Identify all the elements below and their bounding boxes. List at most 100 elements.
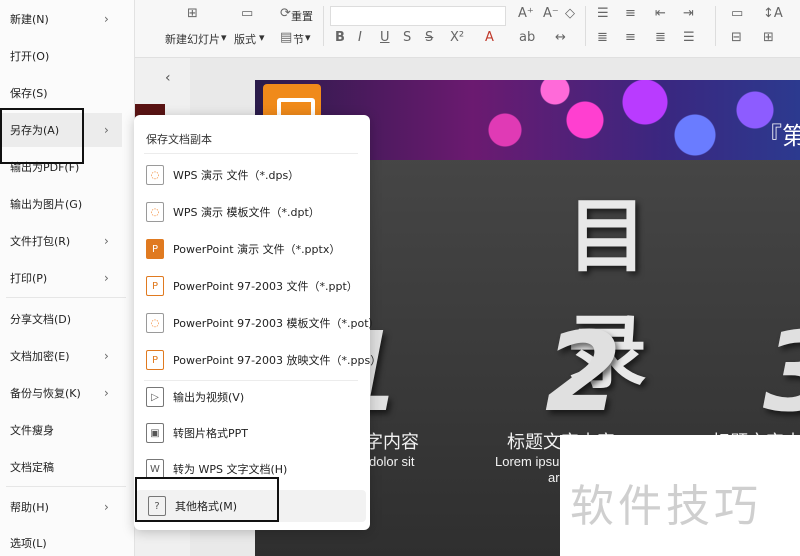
- font-size-increase-icon[interactable]: A⁺: [518, 6, 534, 21]
- chevron-right-icon: ›: [104, 349, 109, 363]
- text-align-icon[interactable]: ⊟: [731, 30, 742, 45]
- shadow-text-icon[interactable]: S: [403, 30, 411, 45]
- file-menu-item-new[interactable]: 新建(N) ›: [0, 2, 135, 36]
- collapse-pane-icon[interactable]: ‹: [165, 70, 171, 86]
- font-size-decrease-icon[interactable]: A⁻: [543, 6, 559, 21]
- section-icon[interactable]: ▤: [280, 30, 292, 45]
- file-menu-item-package[interactable]: 文件打包(R) ›: [0, 224, 135, 258]
- file-menu-item-print[interactable]: 打印(P) ›: [0, 261, 135, 295]
- annotation-box-save-as: [0, 108, 84, 164]
- section-body: ar: [548, 470, 560, 485]
- file-menu-item-encrypt[interactable]: 文档加密(E) ›: [0, 339, 135, 373]
- justify-icon[interactable]: ☰: [683, 30, 695, 45]
- clear-format-icon[interactable]: ◇: [565, 6, 575, 21]
- chevron-right-icon: ›: [104, 386, 109, 400]
- reset-button[interactable]: 重置: [291, 8, 313, 24]
- file-menu-item-slim[interactable]: 文件瘦身: [0, 413, 135, 447]
- bullet-list-icon[interactable]: ☰: [597, 6, 609, 21]
- save-as-item-label: 输出为视频(V): [173, 391, 245, 404]
- section-button[interactable]: 节: [293, 31, 304, 47]
- save-as-pps[interactable]: P PowerPoint 97-2003 放映文件（*.pps）: [134, 344, 381, 376]
- section-title: 字内容: [365, 432, 419, 453]
- superscript-icon[interactable]: X²: [450, 30, 464, 45]
- chevron-right-icon: ›: [104, 234, 109, 248]
- align-center-icon[interactable]: ≡: [625, 30, 636, 45]
- chevron-right-icon: ›: [104, 123, 109, 137]
- ribbon-divider: [715, 6, 716, 46]
- file-menu-item-save[interactable]: 保存(S): [0, 76, 135, 110]
- reset-icon[interactable]: ⟳: [280, 6, 291, 21]
- numbered-list-icon[interactable]: ≡: [625, 6, 636, 21]
- ppt-file-icon: P: [146, 239, 164, 259]
- chevron-right-icon: ›: [104, 500, 109, 514]
- column-icon[interactable]: ⊞: [763, 30, 774, 45]
- save-as-item-label: 转图片格式PPT: [173, 427, 248, 440]
- file-menu-item-label: 分享文档(D): [10, 313, 72, 326]
- submenu-header: 保存文档副本: [146, 133, 212, 146]
- ppt-show-icon: P: [146, 350, 164, 370]
- save-as-dps[interactable]: ◌ WPS 演示 文件（*.dps）: [134, 159, 370, 191]
- ribbon-divider: [585, 6, 586, 46]
- italic-icon[interactable]: I: [358, 30, 362, 45]
- strikethrough-icon[interactable]: S: [425, 30, 433, 45]
- file-menu-item-share[interactable]: 分享文档(D): [0, 302, 135, 336]
- menu-divider: [144, 153, 358, 154]
- file-menu-item-backup[interactable]: 备份与恢复(K) ›: [0, 376, 135, 410]
- save-as-dpt[interactable]: ◌ WPS 演示 模板文件（*.dpt）: [134, 196, 370, 228]
- video-icon: ▷: [146, 387, 164, 407]
- align-right-icon[interactable]: ≣: [655, 30, 666, 45]
- convert-image-ppt[interactable]: ▣ 转图片格式PPT: [134, 417, 370, 449]
- file-menu-item-label: 文件瘦身: [10, 424, 54, 437]
- save-as-item-label: PowerPoint 97-2003 文件（*.ppt）: [173, 280, 358, 293]
- file-menu-item-open[interactable]: 打开(O): [0, 39, 135, 73]
- section-body: dolor sit: [369, 454, 415, 469]
- new-slide-dropdown-icon[interactable]: ▾: [221, 31, 227, 44]
- ppt-legacy-icon: P: [146, 276, 164, 296]
- indent-decrease-icon[interactable]: ⇤: [655, 6, 666, 21]
- watermark: 软件技巧: [570, 481, 762, 532]
- chevron-right-icon: ›: [104, 271, 109, 285]
- ppt-template-icon: ◌: [146, 313, 164, 333]
- file-menu-item-label: 选项(L): [10, 537, 47, 550]
- new-slide-button[interactable]: 新建幻灯片: [165, 31, 220, 47]
- text-direction-icon[interactable]: ↕A: [763, 6, 783, 21]
- char-spacing-icon[interactable]: ↔: [555, 30, 566, 45]
- save-as-item-label: PowerPoint 演示 文件（*.pptx）: [173, 243, 341, 256]
- layout-icon[interactable]: ▭: [241, 6, 253, 21]
- file-menu-item-label: 打印(P): [10, 272, 48, 285]
- highlight-icon[interactable]: ab: [519, 30, 535, 45]
- font-name-select[interactable]: [330, 6, 506, 26]
- layout-button[interactable]: 版式: [234, 31, 256, 47]
- save-as-item-label: WPS 演示 模板文件（*.dpt）: [173, 206, 320, 219]
- section-number: 2: [545, 308, 622, 436]
- new-slide-icon[interactable]: ⊞: [187, 6, 198, 21]
- file-menu-item-help[interactable]: 帮助(H) ›: [0, 490, 135, 524]
- underline-icon[interactable]: U: [380, 30, 390, 45]
- file-menu-item-label: 新建(N): [10, 13, 49, 26]
- layout-dropdown-icon[interactable]: ▾: [259, 31, 265, 44]
- file-menu-item-export-image[interactable]: 输出为图片(G): [0, 187, 135, 221]
- save-as-pot[interactable]: ◌ PowerPoint 97-2003 模板文件（*.pot）: [134, 307, 380, 339]
- font-color-icon[interactable]: A: [485, 30, 494, 45]
- file-menu-item-options[interactable]: 选项(L): [0, 526, 135, 556]
- menu-divider: [6, 486, 126, 487]
- indent-increase-icon[interactable]: ⇥: [683, 6, 694, 21]
- section-number: 3: [763, 308, 800, 436]
- save-as-item-label: PowerPoint 97-2003 放映文件（*.pps）: [173, 354, 382, 367]
- save-as-pptx[interactable]: P PowerPoint 演示 文件（*.pptx）: [134, 233, 370, 265]
- ribbon-divider: [323, 6, 324, 46]
- text-box-icon[interactable]: ▭: [731, 6, 743, 21]
- annotation-box-other-formats: [135, 477, 279, 522]
- save-as-item-label: 转为 WPS 文字文档(H): [173, 463, 288, 476]
- save-as-item-label: WPS 演示 文件（*.dps）: [173, 169, 300, 182]
- save-as-ppt[interactable]: P PowerPoint 97-2003 文件（*.ppt）: [134, 270, 370, 302]
- file-menu-item-finalize[interactable]: 文档定稿: [0, 450, 135, 484]
- section-body: Lorem ipsu: [495, 454, 560, 469]
- ribbon-toolbar: ⊞ 新建幻灯片 ▾ ▭ 版式 ▾ ⟳ 重置 ▤ 节 ▾ A⁺ A⁻ ◇ B I …: [135, 0, 800, 58]
- export-video[interactable]: ▷ 输出为视频(V): [134, 381, 370, 413]
- wps-file-icon: ◌: [146, 165, 164, 185]
- section-dropdown-icon[interactable]: ▾: [305, 31, 311, 44]
- align-left-icon[interactable]: ≣: [597, 30, 608, 45]
- file-menu-item-label: 帮助(H): [10, 501, 49, 514]
- bold-icon[interactable]: B: [335, 30, 345, 45]
